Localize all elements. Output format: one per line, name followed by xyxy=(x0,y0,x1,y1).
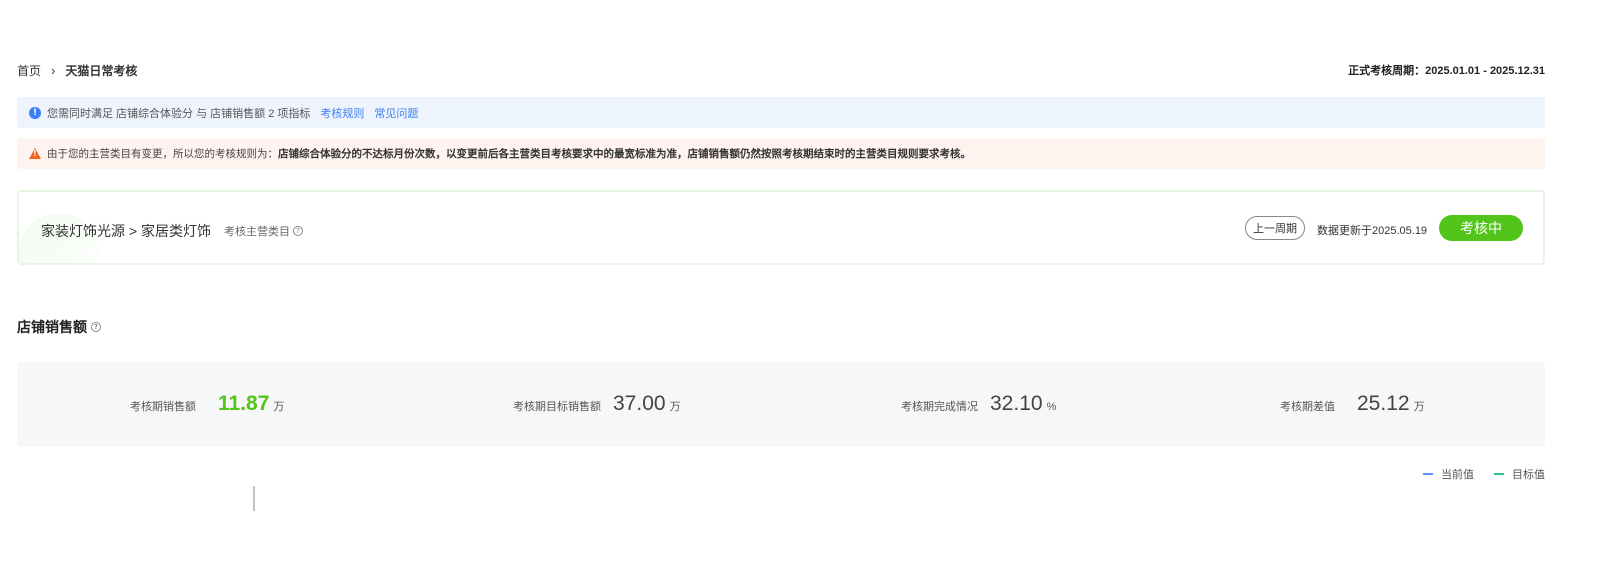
breadcrumb-separator: › xyxy=(51,63,56,78)
metric-value: 32.10 xyxy=(990,392,1043,415)
info-notice-text: 您需同时满足 店铺综合体验分 与 店铺销售额 2 项指标 xyxy=(47,107,311,120)
metric-value: 37.00 xyxy=(613,392,666,415)
info-icon: ! xyxy=(29,106,41,119)
breadcrumb-current: 天猫日常考核 xyxy=(65,64,138,78)
section-title: 店铺销售额 ? xyxy=(17,317,101,337)
metric-unit: 万 xyxy=(669,401,681,413)
sales-trend-chart xyxy=(60,484,1522,511)
breadcrumb-home[interactable]: 首页 xyxy=(17,62,41,79)
metric-label: 考核期完成情况 xyxy=(901,401,978,413)
category-sub-label: 考核主营类目 ? xyxy=(224,223,303,239)
section-help-icon[interactable]: ? xyxy=(91,322,101,332)
warning-prefix: 由于您的主营类目有变更，所以您的考核规则为： xyxy=(47,148,278,160)
metric-value: 11.87 xyxy=(218,392,270,415)
legend-swatch-target xyxy=(1494,473,1504,475)
warning-rule: 店铺综合体验分的不达标月份次数，以变更前后各主营类目考核要求中的最宽标准为准，店… xyxy=(278,148,971,160)
metric-unit: 万 xyxy=(1413,401,1425,413)
metrics-panel: 考核期销售额 11.87 万 考核期目标销售额 37.00 万 考核期完成情况 … xyxy=(17,362,1545,447)
status-badge: 考核中 xyxy=(1439,215,1523,241)
assessment-period: 正式考核周期：2025.01.01 - 2025.12.31 xyxy=(1348,65,1545,77)
category-path: 家装灯饰光源 > 家居类灯饰 xyxy=(41,223,211,239)
metric-unit: 万 xyxy=(273,401,285,413)
metric-target-sales: 考核期目标销售额 37.00 万 xyxy=(513,392,681,416)
metric-label: 考核期差值 xyxy=(1280,401,1335,413)
metric-completion: 考核期完成情况 32.10 % xyxy=(901,392,1056,416)
metric-label: 考核期销售额 xyxy=(130,401,196,413)
rules-link[interactable]: 考核规则 xyxy=(320,105,364,121)
metric-sales: 考核期销售额 11.87 万 xyxy=(130,392,284,416)
help-icon[interactable]: ? xyxy=(293,226,303,236)
warning-notice: 由于您的主营类目有变更，所以您的考核规则为： 店铺综合体验分的不达标月份次数，以… xyxy=(17,138,1545,169)
previous-period-button[interactable]: 上一周期 xyxy=(1245,216,1305,240)
legend-swatch-current xyxy=(1423,473,1433,475)
section-title-text: 店铺销售额 xyxy=(17,319,87,335)
category-card: 家装灯饰光源 > 家居类灯饰 考核主营类目 ? 上一周期 数据更新于2025.0… xyxy=(17,190,1545,265)
data-updated-text: 数据更新于2025.05.19 xyxy=(1317,225,1428,237)
info-notice: ! 您需同时满足 店铺综合体验分 与 店铺销售额 2 项指标 考核规则 常见问题 xyxy=(17,97,1545,128)
metric-label: 考核期目标销售额 xyxy=(513,401,601,413)
breadcrumb: 首页 › 天猫日常考核 xyxy=(17,62,137,79)
warning-icon xyxy=(29,148,41,159)
metric-value: 25.12 xyxy=(1357,392,1410,415)
faq-link[interactable]: 常见问题 xyxy=(374,105,418,121)
metric-unit: % xyxy=(1046,401,1057,413)
category-sub-text: 考核主营类目 xyxy=(224,226,290,238)
metric-difference: 考核期差值 25.12 万 xyxy=(1280,392,1425,416)
